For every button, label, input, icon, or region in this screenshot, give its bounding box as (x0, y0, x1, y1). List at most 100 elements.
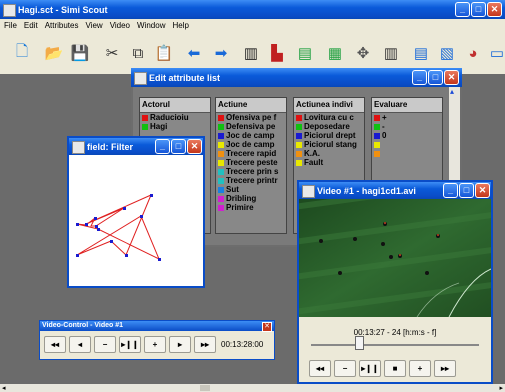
attribute-item[interactable]: K.A. (294, 149, 364, 158)
vc-frame-back-button[interactable]: − (94, 336, 116, 353)
attr-close-button[interactable]: ✕ (444, 70, 459, 85)
attribute-item[interactable]: Trecere prin s (216, 167, 286, 176)
menu-edit[interactable]: Edit (24, 21, 38, 30)
export-icon[interactable]: ▧ (436, 42, 458, 64)
close-button[interactable]: ✕ (487, 2, 502, 17)
field-filter-icon[interactable]: ▦ (324, 42, 346, 64)
video-icon[interactable]: ▭ (486, 42, 505, 64)
attribute-item[interactable]: Trecere peste (216, 158, 286, 167)
menu-video[interactable]: Video (110, 21, 130, 30)
video-title-bar[interactable]: Video #1 - hagi1cd1.avi _ □ ✕ (299, 182, 491, 199)
attribute-item[interactable]: Trecere printr (216, 176, 286, 185)
maximize-button[interactable]: □ (471, 2, 486, 17)
vc-fast-rewind-button[interactable]: ◂◂ (44, 336, 66, 353)
menu-bar: File Edit Attributes View Video Window H… (0, 19, 505, 32)
attribute-item[interactable]: Defensiva pe (216, 122, 286, 131)
color-swatch (374, 114, 380, 121)
field-minimize-button[interactable]: _ (155, 139, 170, 154)
attribute-list-icon[interactable]: ▥ (240, 42, 262, 64)
new-file-icon[interactable]: 🗋 (11, 42, 33, 64)
attribute-item[interactable]: Raducioiu (140, 113, 210, 122)
attr-minimize-button[interactable]: _ (412, 70, 427, 85)
open-folder-icon[interactable]: 📂 (43, 42, 65, 64)
vc-frame-forward-button[interactable]: + (144, 336, 166, 353)
attribute-item[interactable]: + (372, 113, 442, 122)
field-icon[interactable]: ▤ (294, 42, 316, 64)
menu-help[interactable]: Help (172, 21, 188, 30)
player-icon[interactable]: ✥ (352, 42, 374, 64)
video-close-button[interactable]: ✕ (475, 183, 490, 198)
video-frame[interactable] (299, 199, 491, 317)
scroll-left-icon[interactable]: ◂ (2, 384, 6, 392)
video-stop-button[interactable]: ■ (384, 360, 406, 377)
statistics-icon[interactable]: ▥ (380, 42, 402, 64)
video-position-slider[interactable] (311, 344, 479, 346)
attribute-item[interactable]: Piciorul stang (294, 140, 364, 149)
video-fast-rewind-button[interactable]: ◂◂ (309, 360, 331, 377)
menu-file[interactable]: File (4, 21, 17, 30)
attribute-item-label: Trecere rapid (226, 149, 277, 158)
vc-time-display: 00:13:28:00 (221, 340, 264, 349)
attribute-item[interactable] (372, 140, 442, 149)
cut-icon[interactable]: ✂ (101, 42, 123, 64)
video-fast-forward-button[interactable]: ▸▸ (434, 360, 456, 377)
save-icon[interactable]: 💾 (69, 42, 91, 64)
field-filter-title-bar[interactable]: field: Filter _ □ ✕ (69, 138, 203, 155)
attribute-item[interactable]: Ofensiva pe f (216, 113, 286, 122)
attribute-item[interactable]: 0 (372, 131, 442, 140)
attribute-list-title-bar[interactable]: Edit attribute list _ □ ✕ (131, 68, 462, 87)
video-minimize-button[interactable]: _ (443, 183, 458, 198)
attribute-item[interactable]: Joc de camp (216, 140, 286, 149)
scroll-up-icon[interactable]: ▴ (450, 87, 454, 96)
main-title-bar[interactable]: Hagi.sct - Simi Scout _ □ ✕ (0, 0, 505, 19)
attribute-item[interactable]: Piciorul drept (294, 131, 364, 140)
menu-view[interactable]: View (85, 21, 102, 30)
attribute-item[interactable]: Dribling (216, 194, 286, 203)
attribute-item[interactable]: Deposedare (294, 122, 364, 131)
scroll-thumb[interactable] (200, 385, 210, 391)
scroll-right-icon[interactable]: ▸ (499, 384, 503, 392)
chart-icon[interactable]: ◕ (462, 42, 484, 64)
attribute-item[interactable]: Primire (216, 203, 286, 212)
video-frame-forward-button[interactable]: + (409, 360, 431, 377)
color-swatch (374, 150, 380, 157)
report-icon[interactable]: ▤ (410, 42, 432, 64)
attribute-item[interactable]: Lovitura cu c (294, 113, 364, 122)
vc-step-back-button[interactable]: ◂ (69, 336, 91, 353)
video-play-pause-button[interactable]: ▸❙❙ (359, 360, 381, 377)
menu-attributes[interactable]: Attributes (45, 21, 79, 30)
attribute-item[interactable]: Fault (294, 158, 364, 167)
menu-window[interactable]: Window (137, 21, 165, 30)
color-swatch (218, 195, 224, 202)
attribute-item[interactable]: Sut (216, 185, 286, 194)
video-maximize-button[interactable]: □ (459, 183, 474, 198)
paste-icon[interactable]: 📋 (153, 42, 175, 64)
horizontal-scrollbar[interactable]: ◂ ▸ (0, 384, 505, 392)
attribute-item[interactable]: - (372, 122, 442, 131)
video-frame-back-button[interactable]: − (334, 360, 356, 377)
attribute-item-label: Trecere prin s (226, 167, 279, 176)
minimize-button[interactable]: _ (455, 2, 470, 17)
attribute-item[interactable]: Hagi (140, 122, 210, 131)
attribute-item-label: Defensiva pe (226, 122, 276, 131)
video-slider-thumb[interactable] (355, 336, 365, 350)
copy-icon[interactable]: ⧉ (127, 42, 149, 64)
vc-fast-forward-button[interactable]: ▸▸ (194, 336, 216, 353)
field-maximize-button[interactable]: □ (171, 139, 186, 154)
attribute-item[interactable] (372, 149, 442, 158)
video-control-title[interactable]: Video-Control - Video #1 (40, 321, 274, 331)
arrow-left-icon[interactable]: ⬅ (183, 42, 205, 64)
attribute-item[interactable]: Joc de camp (216, 131, 286, 140)
arrow-right-icon[interactable]: ➡ (210, 42, 232, 64)
attribute-edit-icon[interactable]: ▙ (266, 42, 288, 64)
pass-lines (76, 194, 160, 261)
color-swatch (142, 114, 148, 121)
attribute-item[interactable]: Trecere rapid (216, 149, 286, 158)
field-close-button[interactable]: ✕ (187, 139, 202, 154)
video-control-close-button[interactable]: ✕ (262, 322, 272, 332)
vc-step-forward-button[interactable]: ▸ (169, 336, 191, 353)
field-canvas[interactable] (69, 155, 203, 286)
attribute-item-label: Trecere peste (226, 158, 278, 167)
attr-maximize-button[interactable]: □ (428, 70, 443, 85)
vc-play-pause-button[interactable]: ▸❙❙ (119, 336, 141, 353)
